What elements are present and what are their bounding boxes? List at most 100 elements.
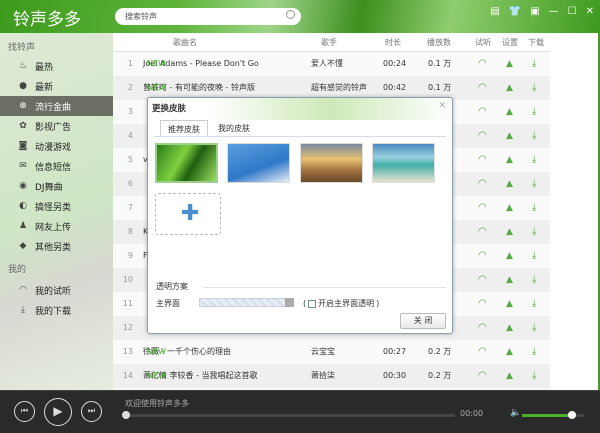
volume-slider[interactable] bbox=[522, 411, 584, 419]
bell-icon[interactable]: ▲ bbox=[506, 292, 513, 316]
skin-thumb-beach[interactable] bbox=[372, 143, 435, 183]
download-icon[interactable]: ⤓ bbox=[532, 316, 536, 340]
sidebar-item-label: 其他另类 bbox=[35, 242, 72, 253]
download-icon[interactable]: ⤓ bbox=[532, 52, 536, 76]
bell-icon[interactable]: ▲ bbox=[506, 148, 513, 172]
sidebar-item-label: 网友上传 bbox=[35, 222, 72, 233]
tab-my-skins[interactable]: 我的皮肤 bbox=[211, 120, 257, 137]
sidebar-item[interactable]: ● 最新 bbox=[0, 76, 113, 96]
download-icon[interactable]: ⤓ bbox=[532, 340, 536, 364]
download-icon[interactable]: ⤓ bbox=[532, 124, 536, 148]
headphones-icon[interactable]: ◠ bbox=[478, 148, 487, 172]
menu-icon[interactable]: ▤ bbox=[490, 6, 499, 17]
headphones-icon[interactable]: ◠ bbox=[478, 100, 487, 124]
maximize-icon[interactable]: ☐ bbox=[568, 6, 577, 17]
transparency-slider[interactable] bbox=[199, 298, 294, 307]
close-icon[interactable]: ✕ bbox=[586, 6, 594, 17]
checkbox-box[interactable] bbox=[308, 299, 317, 308]
new-badge: NEW bbox=[147, 59, 166, 68]
bell-icon[interactable]: ▲ bbox=[506, 100, 513, 124]
headphones-icon[interactable]: ◠ bbox=[478, 220, 487, 244]
download-icon[interactable]: ⤓ bbox=[532, 172, 536, 196]
sidebar-item-label: 影视广告 bbox=[35, 122, 72, 133]
bell-icon[interactable]: ▲ bbox=[506, 196, 513, 220]
volume-handle[interactable] bbox=[567, 411, 576, 419]
sidebar-item[interactable]: ⤓ 我的下载 bbox=[0, 300, 113, 320]
sidebar-section-find: 找铃声 bbox=[8, 43, 36, 53]
col-title[interactable]: 歌曲名 bbox=[173, 33, 197, 52]
progress-handle[interactable] bbox=[122, 411, 130, 419]
headphones-icon[interactable]: ◠ bbox=[478, 172, 487, 196]
download-icon[interactable]: ⤓ bbox=[532, 244, 536, 268]
row-number: 8 bbox=[127, 227, 133, 236]
row-number: 5 bbox=[127, 155, 133, 164]
table-row[interactable]: 13 徐薇 - 一千个伤心的理由 NEW 云宝宝 00:27 0.2 万 ◠ ▲ ⤓ bbox=[113, 340, 550, 364]
bell-icon[interactable]: ▲ bbox=[506, 172, 513, 196]
minimize-icon[interactable]: — bbox=[549, 6, 559, 17]
sidebar-item[interactable]: ◐ 搞怪另类 bbox=[0, 196, 113, 216]
sidebar-item[interactable]: ✿ 影视广告 bbox=[0, 116, 113, 136]
col-duration[interactable]: 时长 bbox=[385, 33, 401, 52]
slider-handle[interactable] bbox=[285, 298, 294, 307]
sidebar-item[interactable]: ⊕ 流行金曲 bbox=[0, 96, 113, 116]
sidebar-item[interactable]: ♨ 最热 bbox=[0, 56, 113, 76]
skin-thumb-blossom[interactable] bbox=[227, 143, 290, 183]
headphones-icon[interactable]: ◠ bbox=[478, 292, 487, 316]
bell-icon[interactable]: ▲ bbox=[506, 124, 513, 148]
volume-icon[interactable]: 🔈 bbox=[510, 408, 521, 418]
table-row[interactable]: 1 Joel Adams - Please Don't Go NEW 爱人不懂 00:2… bbox=[113, 52, 550, 76]
transparency-checkbox[interactable]: (开启主界面透明) bbox=[303, 298, 379, 309]
close-button[interactable]: 关 闭 bbox=[400, 313, 446, 329]
headphones-icon[interactable]: ◠ bbox=[478, 316, 487, 340]
search-input[interactable]: 搜索铃声 bbox=[115, 8, 301, 25]
sidebar-item[interactable]: ◉ DJ舞曲 bbox=[0, 176, 113, 196]
row-number: 11 bbox=[122, 299, 133, 308]
headphones-icon[interactable]: ◠ bbox=[478, 124, 487, 148]
progress-bar[interactable] bbox=[122, 411, 455, 419]
headphones-icon[interactable]: ◠ bbox=[478, 76, 487, 100]
download-icon[interactable]: ⤓ bbox=[532, 220, 536, 244]
sidebar-item[interactable]: ◠ 我的试听 bbox=[0, 280, 113, 300]
bell-icon[interactable]: ▲ bbox=[506, 76, 513, 100]
download-icon[interactable]: ⤓ bbox=[532, 76, 536, 100]
skin-thumb-green-leaf[interactable] bbox=[155, 143, 218, 183]
headphones-icon[interactable]: ◠ bbox=[478, 364, 487, 388]
play-button[interactable]: ▶ bbox=[44, 398, 72, 426]
sidebar-item-label: 最新 bbox=[35, 82, 54, 93]
sidebar-item[interactable]: ♟ 网友上传 bbox=[0, 216, 113, 236]
next-button[interactable]: ⏭ bbox=[81, 401, 102, 422]
download-icon[interactable]: ⤓ bbox=[532, 268, 536, 292]
download-icon[interactable]: ⤓ bbox=[532, 364, 536, 388]
search-icon[interactable] bbox=[286, 10, 295, 19]
sidebar-item[interactable]: ◆ 其他另类 bbox=[0, 236, 113, 256]
bell-icon[interactable]: ▲ bbox=[506, 316, 513, 340]
sidebar-item[interactable]: ◙ 动漫游戏 bbox=[0, 136, 113, 156]
table-row[interactable]: 14 萧亿情 李较香 - 当我唱起这首歌 NEW 萧拾柒 00:30 0.2 万 ◠ ▲ ⤓ bbox=[113, 364, 550, 388]
download-icon[interactable]: ⤓ bbox=[532, 292, 536, 316]
download-icon[interactable]: ⤓ bbox=[532, 100, 536, 124]
add-skin-button[interactable]: ✚ bbox=[155, 193, 221, 235]
sidebar-item-label: 信息短信 bbox=[35, 162, 72, 173]
bell-icon[interactable]: ▲ bbox=[506, 220, 513, 244]
skin-thumb-sunset[interactable] bbox=[300, 143, 363, 183]
download-icon[interactable]: ⤓ bbox=[532, 196, 536, 220]
download-icon[interactable]: ⤓ bbox=[532, 148, 536, 172]
close-icon[interactable]: ✕ bbox=[438, 101, 446, 111]
previous-button[interactable]: ⏮ bbox=[14, 401, 35, 422]
bell-icon[interactable]: ▲ bbox=[506, 52, 513, 76]
headphones-icon[interactable]: ◠ bbox=[478, 244, 487, 268]
headphones-icon[interactable]: ◠ bbox=[478, 196, 487, 220]
bell-icon[interactable]: ▲ bbox=[506, 268, 513, 292]
headphones-icon[interactable]: ◠ bbox=[478, 268, 487, 292]
bell-icon[interactable]: ▲ bbox=[506, 364, 513, 388]
bell-icon[interactable]: ▲ bbox=[506, 244, 513, 268]
col-plays[interactable]: 播放数 bbox=[427, 33, 451, 52]
headphones-icon[interactable]: ◠ bbox=[478, 340, 487, 364]
sidebar-item[interactable]: ✉ 信息短信 bbox=[0, 156, 113, 176]
skin-icon[interactable]: 👕 bbox=[509, 6, 521, 17]
minimize-to-tray-icon[interactable]: ▣ bbox=[530, 6, 539, 17]
tab-recommended-skins[interactable]: 推荐皮肤 bbox=[160, 120, 208, 137]
col-singer[interactable]: 歌手 bbox=[321, 33, 337, 52]
bell-icon[interactable]: ▲ bbox=[506, 340, 513, 364]
headphones-icon[interactable]: ◠ bbox=[478, 52, 487, 76]
